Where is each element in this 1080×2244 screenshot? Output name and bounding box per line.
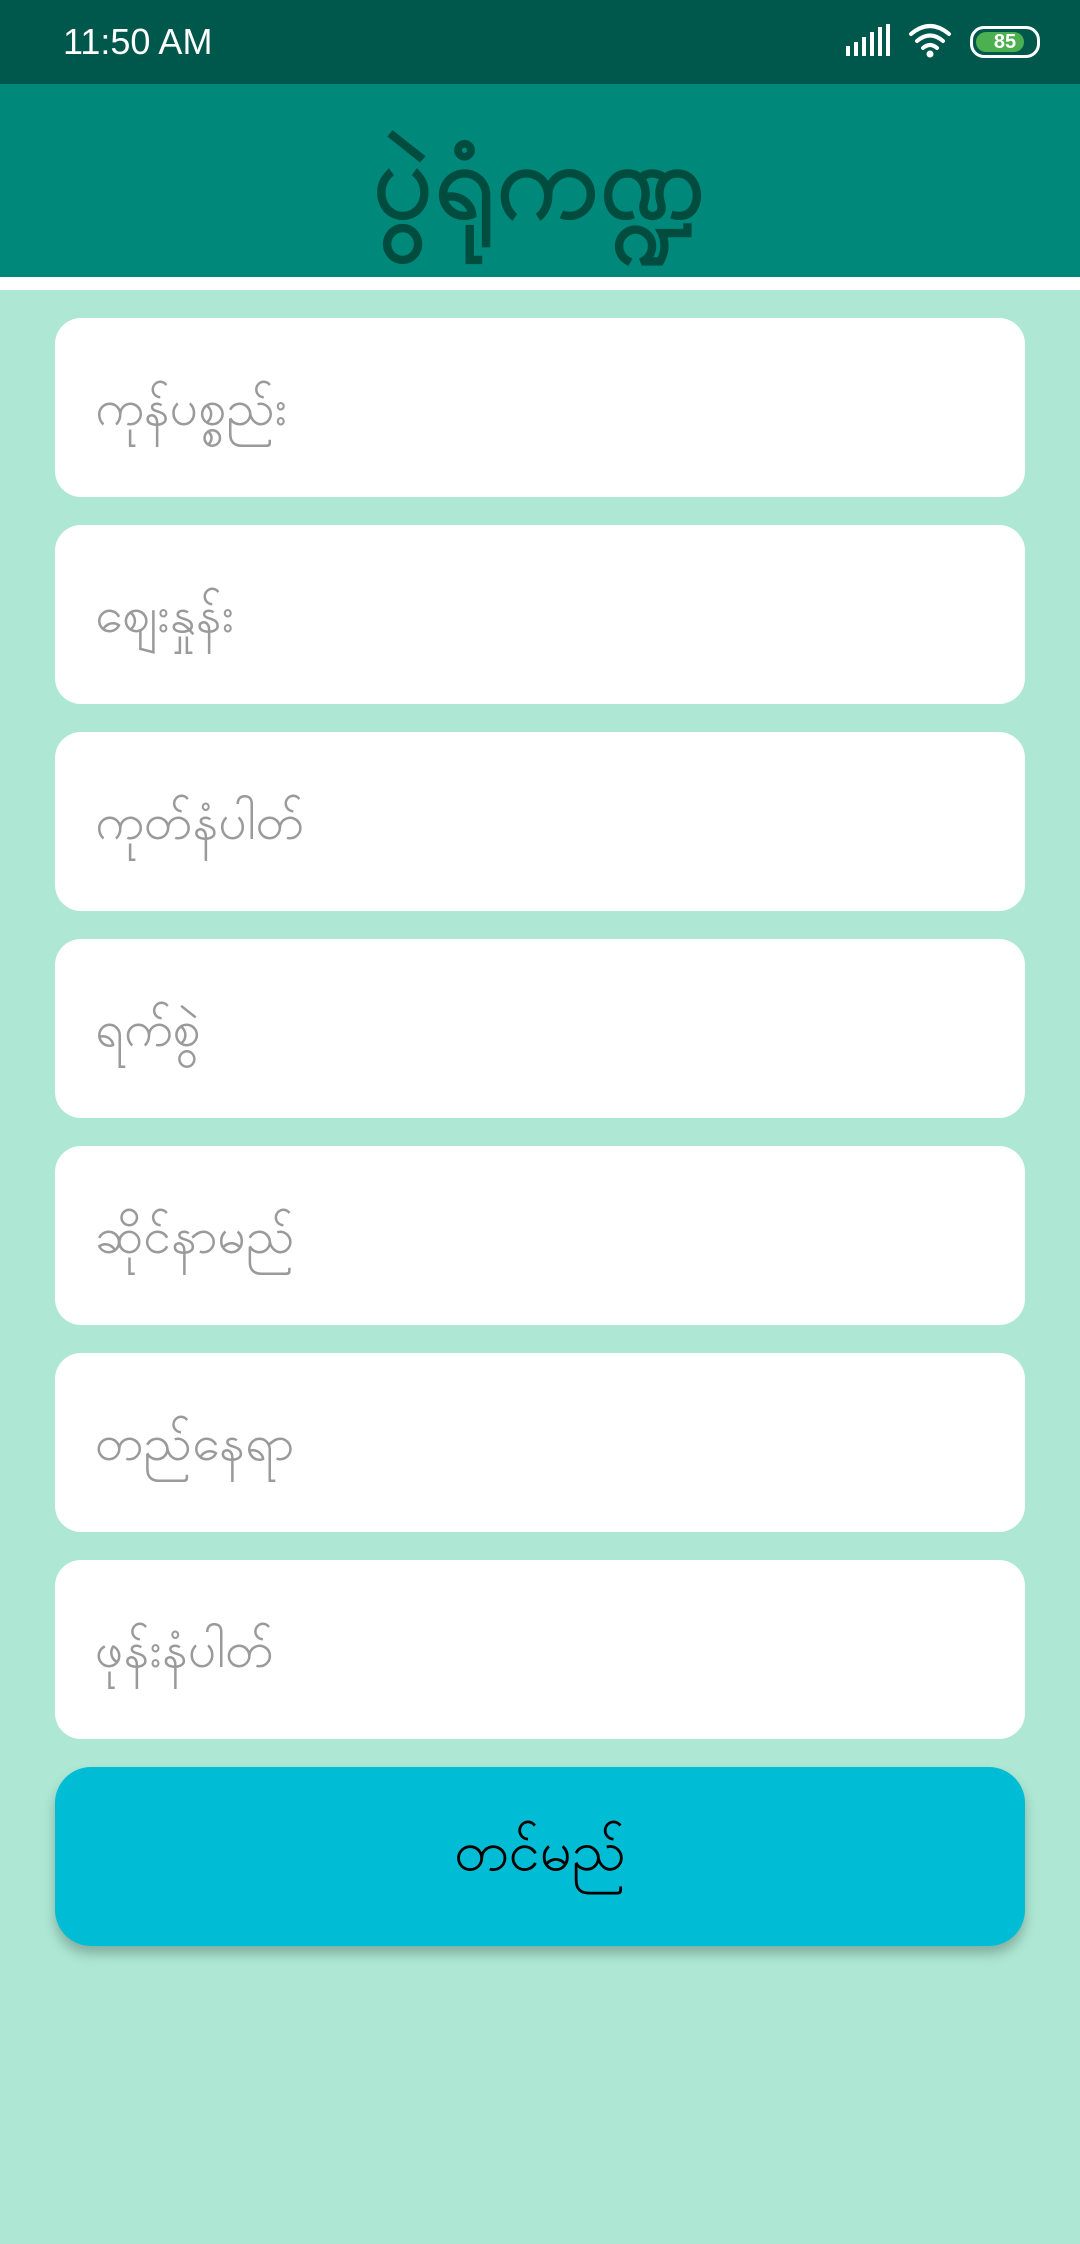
status-time: 11:50 AM bbox=[63, 21, 213, 62]
app-bar-divider bbox=[0, 277, 1080, 290]
product-input[interactable] bbox=[55, 318, 1025, 497]
submit-button[interactable]: တင်မည် bbox=[55, 1767, 1025, 1946]
code-number-input[interactable] bbox=[55, 732, 1025, 911]
wifi-icon bbox=[908, 22, 952, 62]
status-icons: 85 bbox=[846, 24, 1040, 60]
battery-icon: 85 bbox=[970, 26, 1040, 58]
shop-name-input[interactable] bbox=[55, 1146, 1025, 1325]
signal-icon bbox=[846, 24, 890, 60]
app-bar: ပွဲရုံကဏ္ဍ bbox=[0, 84, 1080, 277]
phone-number-input[interactable] bbox=[55, 1560, 1025, 1739]
price-input[interactable] bbox=[55, 525, 1025, 704]
page-title: ပွဲရုံကဏ္ဍ bbox=[373, 119, 707, 242]
battery-percent: 85 bbox=[993, 30, 1017, 53]
status-bar: 11:50 AM 85 bbox=[0, 0, 1080, 84]
date-input[interactable] bbox=[55, 939, 1025, 1118]
entry-form: တင်မည် bbox=[55, 318, 1025, 1946]
location-input[interactable] bbox=[55, 1353, 1025, 1532]
